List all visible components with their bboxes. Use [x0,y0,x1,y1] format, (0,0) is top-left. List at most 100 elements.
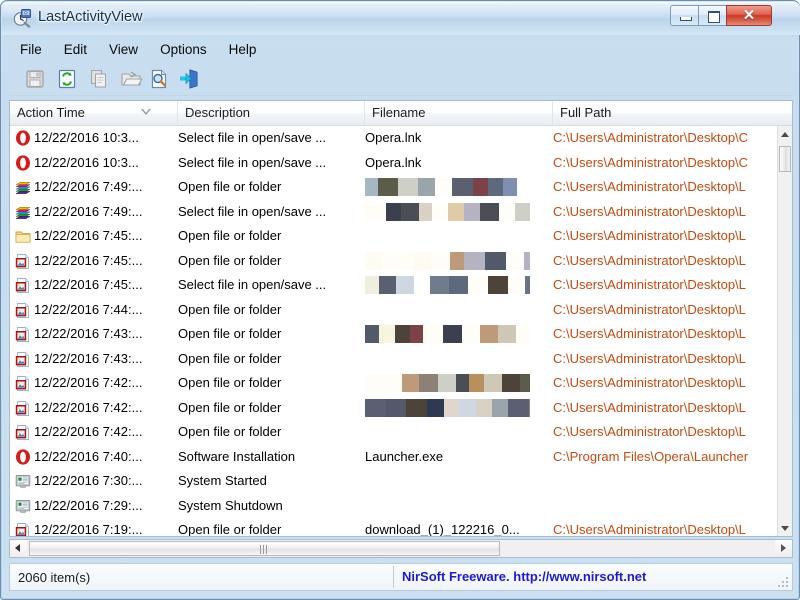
table-row[interactable]: 12/22/2016 7:42:... Open file or folder C:… [10,371,777,395]
table-row[interactable]: 12/22/2016 7:49:... Open file or folder C:… [10,175,777,199]
table-row[interactable]: 12/22/2016 7:19:... Open file or folder do… [10,518,777,537]
image-file-icon [15,375,31,391]
scroll-down-button[interactable] [778,520,792,536]
exit-button[interactable] [177,67,201,91]
scroll-thumb-grip [259,545,270,554]
open-folder-button[interactable] [119,67,143,91]
opera-icon [15,154,31,171]
cell-full-path: C:\Users\Administrator\Desktop\L [553,203,746,219]
cell-full-path: C:\Users\Administrator\Desktop\L [553,326,746,341]
cell-description: Select file in open/save ... [178,154,327,170]
title-bar: LastActivityView ✕ [2,2,800,35]
menu-item-options[interactable]: Options [149,39,218,60]
list-rows-container: 12/22/2016 10:3... Select file in open/sa… [10,126,777,537]
scroll-right-button[interactable] [775,540,792,557]
cell-full-path: C:\Program Files\Opera\Launcher [553,448,749,464]
cell-action-time: 12/22/2016 7:44:... [34,301,143,317]
minimize-button[interactable] [670,5,699,26]
vertical-scrollbar[interactable] [777,126,792,536]
cell-action-time: 12/22/2016 7:43:... [34,326,143,341]
cell-description: Open file or folder [178,522,282,537]
cell-description: Open file or folder [178,179,282,194]
redacted-filename-mosaic [365,374,530,392]
application-window: LastActivityView ✕ File Edit View Option… [0,0,800,600]
redacted-filename-mosaic [365,178,530,196]
redacted-filename-mosaic [365,398,530,417]
column-header-action-time-label: Action Time [17,105,85,120]
list-header-row: Action Time Description Filename Full Pa… [10,101,792,126]
cell-action-time: 12/22/2016 7:40:... [34,448,143,464]
scroll-up-button[interactable] [778,126,792,143]
table-row[interactable]: 12/22/2016 7:42:... Open file or folder C:… [10,420,777,444]
table-row[interactable]: 12/22/2016 10:3... Select file in open/sa… [10,151,777,175]
menu-item-help[interactable]: Help [218,39,268,60]
copy-button[interactable] [87,67,111,91]
cell-description: Select file in open/save ... [178,203,327,219]
cell-description: Open file or folder [178,350,282,366]
chevron-down-icon [781,526,789,531]
cell-action-time: 12/22/2016 7:42:... [34,399,143,415]
save-icon [26,70,44,88]
table-row[interactable]: 12/22/2016 7:29:... System Shutdown [10,494,777,518]
cell-full-path: C:\Users\Administrator\Desktop\L [553,399,746,415]
menu-bar: File Edit View Options Help [9,39,793,61]
menu-item-file[interactable]: File [9,39,53,60]
table-row[interactable]: 12/22/2016 7:45:... Select file in open/s… [10,273,777,297]
cell-full-path: C:\Users\Administrator\Desktop\L [553,522,746,537]
cell-action-time: 12/22/2016 10:3... [34,130,139,145]
close-button[interactable]: ✕ [726,5,772,26]
image-file-icon [15,522,31,536]
image-file-icon [15,326,31,342]
winrar-icon [15,204,31,220]
image-file-icon [15,277,31,293]
horizontal-scrollbar[interactable] [9,539,793,558]
refresh-icon [58,69,76,89]
table-row[interactable]: 12/22/2016 7:42:... Open file or folder C:… [10,396,777,420]
cell-full-path: C:\Users\Administrator\Desktop\L [553,424,746,439]
chevron-left-icon [15,544,20,552]
redacted-filename-mosaic [365,276,530,294]
properties-icon [151,69,167,89]
table-row[interactable]: 12/22/2016 7:49:... Select file in open/s… [10,200,777,224]
copy-icon [90,69,107,88]
table-row[interactable]: 12/22/2016 7:43:... Open file or folder C:… [10,322,777,346]
chevron-up-icon [781,132,789,137]
maximize-button[interactable] [698,5,727,26]
image-file-icon [15,400,31,416]
column-header-action-time[interactable]: Action Time [10,101,178,125]
minimize-icon [680,17,692,21]
column-header-full-path[interactable]: Full Path [553,101,792,125]
table-row[interactable]: 12/22/2016 10:3... Select file in open/sa… [10,126,777,150]
column-header-description[interactable]: Description [178,101,365,125]
nirsoft-link[interactable]: NirSoft Freeware. http://www.nirsoft.net [402,569,646,584]
menu-item-view[interactable]: View [98,39,149,60]
redacted-filename-mosaic [365,325,530,343]
table-row[interactable]: 12/22/2016 7:45:... Open file or folder C:… [10,224,777,248]
monitor-icon [15,498,31,514]
table-row[interactable]: 12/22/2016 7:45:... Open file or folder C:… [10,249,777,273]
cell-action-time: 12/22/2016 7:19:... [34,522,143,537]
activity-list-view[interactable]: Action Time Description Filename Full Pa… [9,100,793,537]
cell-description: Software Installation [178,448,296,464]
vertical-scroll-thumb[interactable] [779,146,791,172]
scroll-left-button[interactable] [10,540,27,557]
refresh-button[interactable] [55,67,79,91]
resize-grip-icon[interactable] [777,576,789,588]
cell-action-time: 12/22/2016 7:45:... [34,277,143,292]
image-file-icon [15,351,31,367]
clock-magnifier-icon [12,8,32,28]
table-row[interactable]: 12/22/2016 7:44:... Open file or folder C:… [10,298,777,322]
save-button[interactable] [23,67,47,91]
maximize-icon [708,11,720,23]
table-row[interactable]: 12/22/2016 7:43:... Open file or folder C:… [10,347,777,371]
horizontal-scroll-thumb[interactable] [29,541,500,556]
winrar-icon [15,179,31,195]
cell-description: Open file or folder [178,301,282,317]
column-header-filename[interactable]: Filename [365,101,553,125]
window-title: LastActivityView [38,9,143,25]
cell-full-path: C:\Users\Administrator\Desktop\L [553,252,746,268]
table-row[interactable]: 12/22/2016 7:30:... System Started [10,469,777,493]
menu-item-edit[interactable]: Edit [53,39,98,60]
properties-button[interactable] [147,67,171,91]
table-row[interactable]: 12/22/2016 7:40:... Software Installation… [10,445,777,469]
